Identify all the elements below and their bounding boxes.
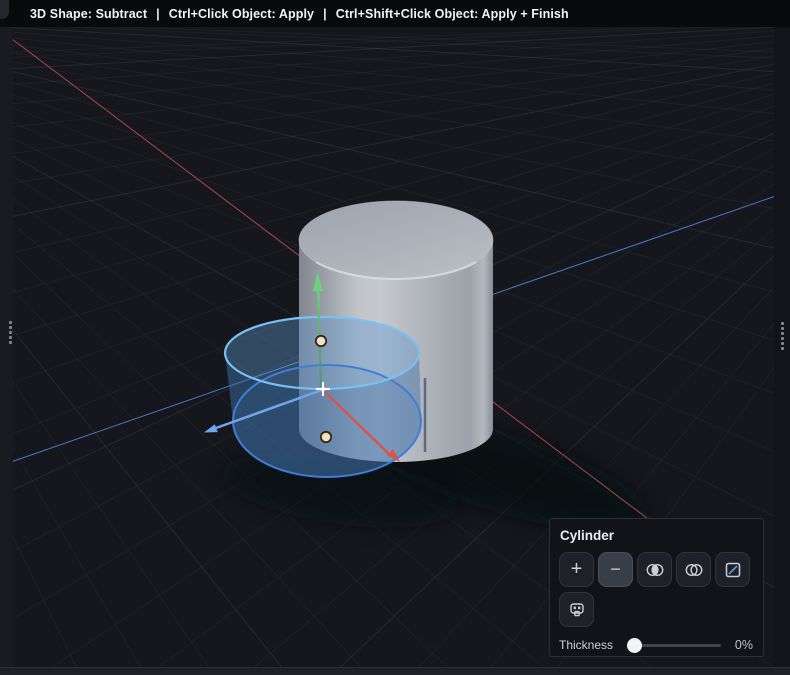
subtract-button[interactable]: − xyxy=(598,552,633,587)
boolean-tool-row: + − xyxy=(559,552,753,587)
thickness-value: 0% xyxy=(734,638,753,652)
corner-panel-edge xyxy=(0,0,9,19)
intersect-button[interactable] xyxy=(637,552,672,587)
cut-square-diagonal-icon xyxy=(725,562,740,577)
plus-icon: + xyxy=(570,557,583,580)
hint-separator-2: | xyxy=(323,6,327,21)
hint-mode: 3D Shape: Subtract xyxy=(30,6,148,21)
minus-icon: − xyxy=(610,558,621,579)
hint-apply: Ctrl+Click Object: Apply xyxy=(168,6,315,21)
thickness-slider-thumb[interactable] xyxy=(627,638,643,653)
union-button[interactable]: + xyxy=(559,552,594,587)
cylinder-tool-panel: Cylinder + − Thickness 0% xyxy=(549,518,764,657)
imprint-button[interactable] xyxy=(559,592,594,627)
thickness-slider[interactable] xyxy=(627,637,721,653)
cut-button[interactable] xyxy=(715,552,750,587)
hint-apply-finish: Ctrl+Shift+Click Object: Apply + Finish xyxy=(335,6,569,21)
radius-handle-bottom[interactable] xyxy=(319,430,333,444)
right-panel-drag-handle[interactable] xyxy=(781,322,784,350)
secondary-tool-row xyxy=(559,592,753,627)
thickness-row: Thickness 0% xyxy=(559,637,753,653)
bottom-edge-strip xyxy=(0,667,790,675)
radius-handle-top[interactable] xyxy=(314,334,328,348)
overlap-button[interactable] xyxy=(676,552,711,587)
overlap-circles-icon xyxy=(685,563,702,576)
hint-text: 3D Shape: Subtract | Ctrl+Click Object: Ap… xyxy=(30,7,569,21)
left-panel-drag-handle[interactable] xyxy=(9,321,12,344)
panel-title: Cylinder xyxy=(560,528,615,543)
intersect-lens-icon xyxy=(646,563,663,576)
thickness-label: Thickness xyxy=(559,638,614,652)
hint-separator-1: | xyxy=(156,6,160,21)
hint-bar: 3D Shape: Subtract | Ctrl+Click Object: Ap… xyxy=(0,0,790,27)
left-edge-strip xyxy=(0,27,13,667)
imprint-icon xyxy=(569,602,584,616)
